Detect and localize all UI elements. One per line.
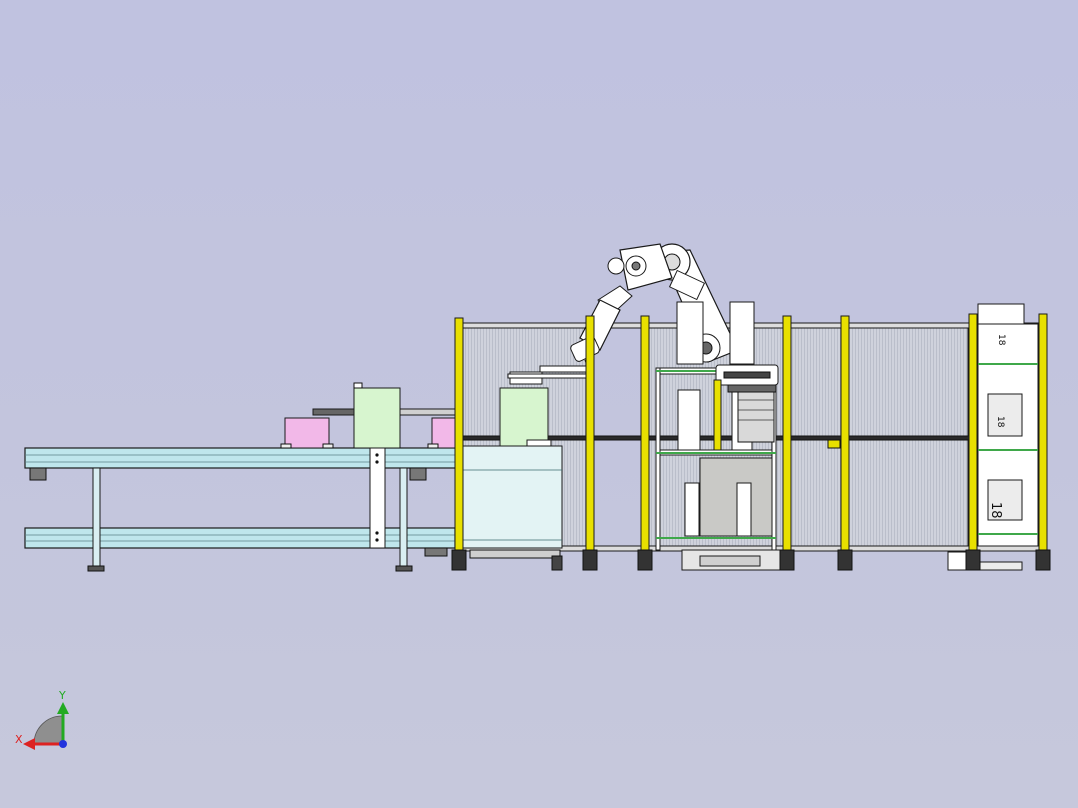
pallet-block <box>699 457 773 537</box>
rack-label-1: 18 <box>996 334 1006 346</box>
x-axis-arrow <box>23 738 35 750</box>
orientation-triad[interactable]: Y X <box>15 689 69 750</box>
conveyor-lower-rail <box>24 527 456 549</box>
y-axis-arrow <box>57 702 69 714</box>
y-axis-label: Y <box>58 689 66 702</box>
carton-pink-1 <box>284 417 330 449</box>
assembly-drawing: 18 18 18 Y X <box>15 243 1051 750</box>
carton-green-1 <box>353 387 401 449</box>
rack-label-3: 18 <box>988 502 1003 519</box>
post <box>713 379 722 451</box>
z-axis-dot <box>59 740 67 748</box>
triad-arc <box>33 715 63 745</box>
cad-viewport[interactable]: 18 18 18 Y X <box>0 0 1078 808</box>
x-axis-label: X <box>15 733 23 746</box>
rack-label-2: 18 <box>995 416 1005 428</box>
